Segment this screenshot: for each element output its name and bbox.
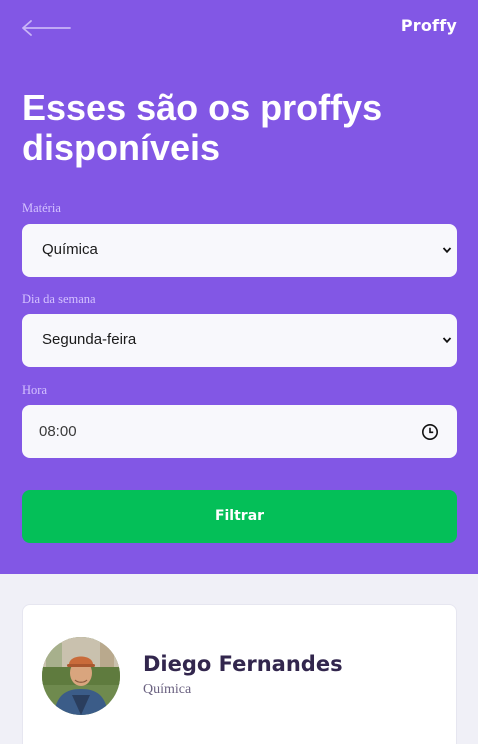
subject-label: Matéria [22,201,61,215]
clock-icon[interactable] [421,423,439,441]
weekday-select-value: Segunda-feira [42,331,137,348]
chevron-down-icon [442,247,452,254]
avatar [42,637,120,715]
time-input[interactable]: 08:00 [22,405,457,458]
page-header: Proffy Esses são os proffys disponíveis … [0,0,478,574]
subject-select-value: Química [42,241,98,258]
chevron-down-icon [442,337,452,344]
time-label: Hora [22,383,47,397]
teacher-card: Diego Fernandes Química [22,604,457,744]
time-input-value: 08:00 [39,423,77,440]
page-title: Esses são os proffys disponíveis [22,87,383,168]
teacher-name: Diego Fernandes [143,652,343,676]
arrow-left-icon[interactable] [20,18,72,38]
teacher-subject: Química [143,682,192,697]
subject-select[interactable]: Química [22,224,457,277]
weekday-label: Dia da semana [22,292,96,306]
logo: Proffy [400,16,457,35]
weekday-select[interactable]: Segunda-feira [22,314,457,367]
filter-button[interactable]: Filtrar [22,490,457,543]
